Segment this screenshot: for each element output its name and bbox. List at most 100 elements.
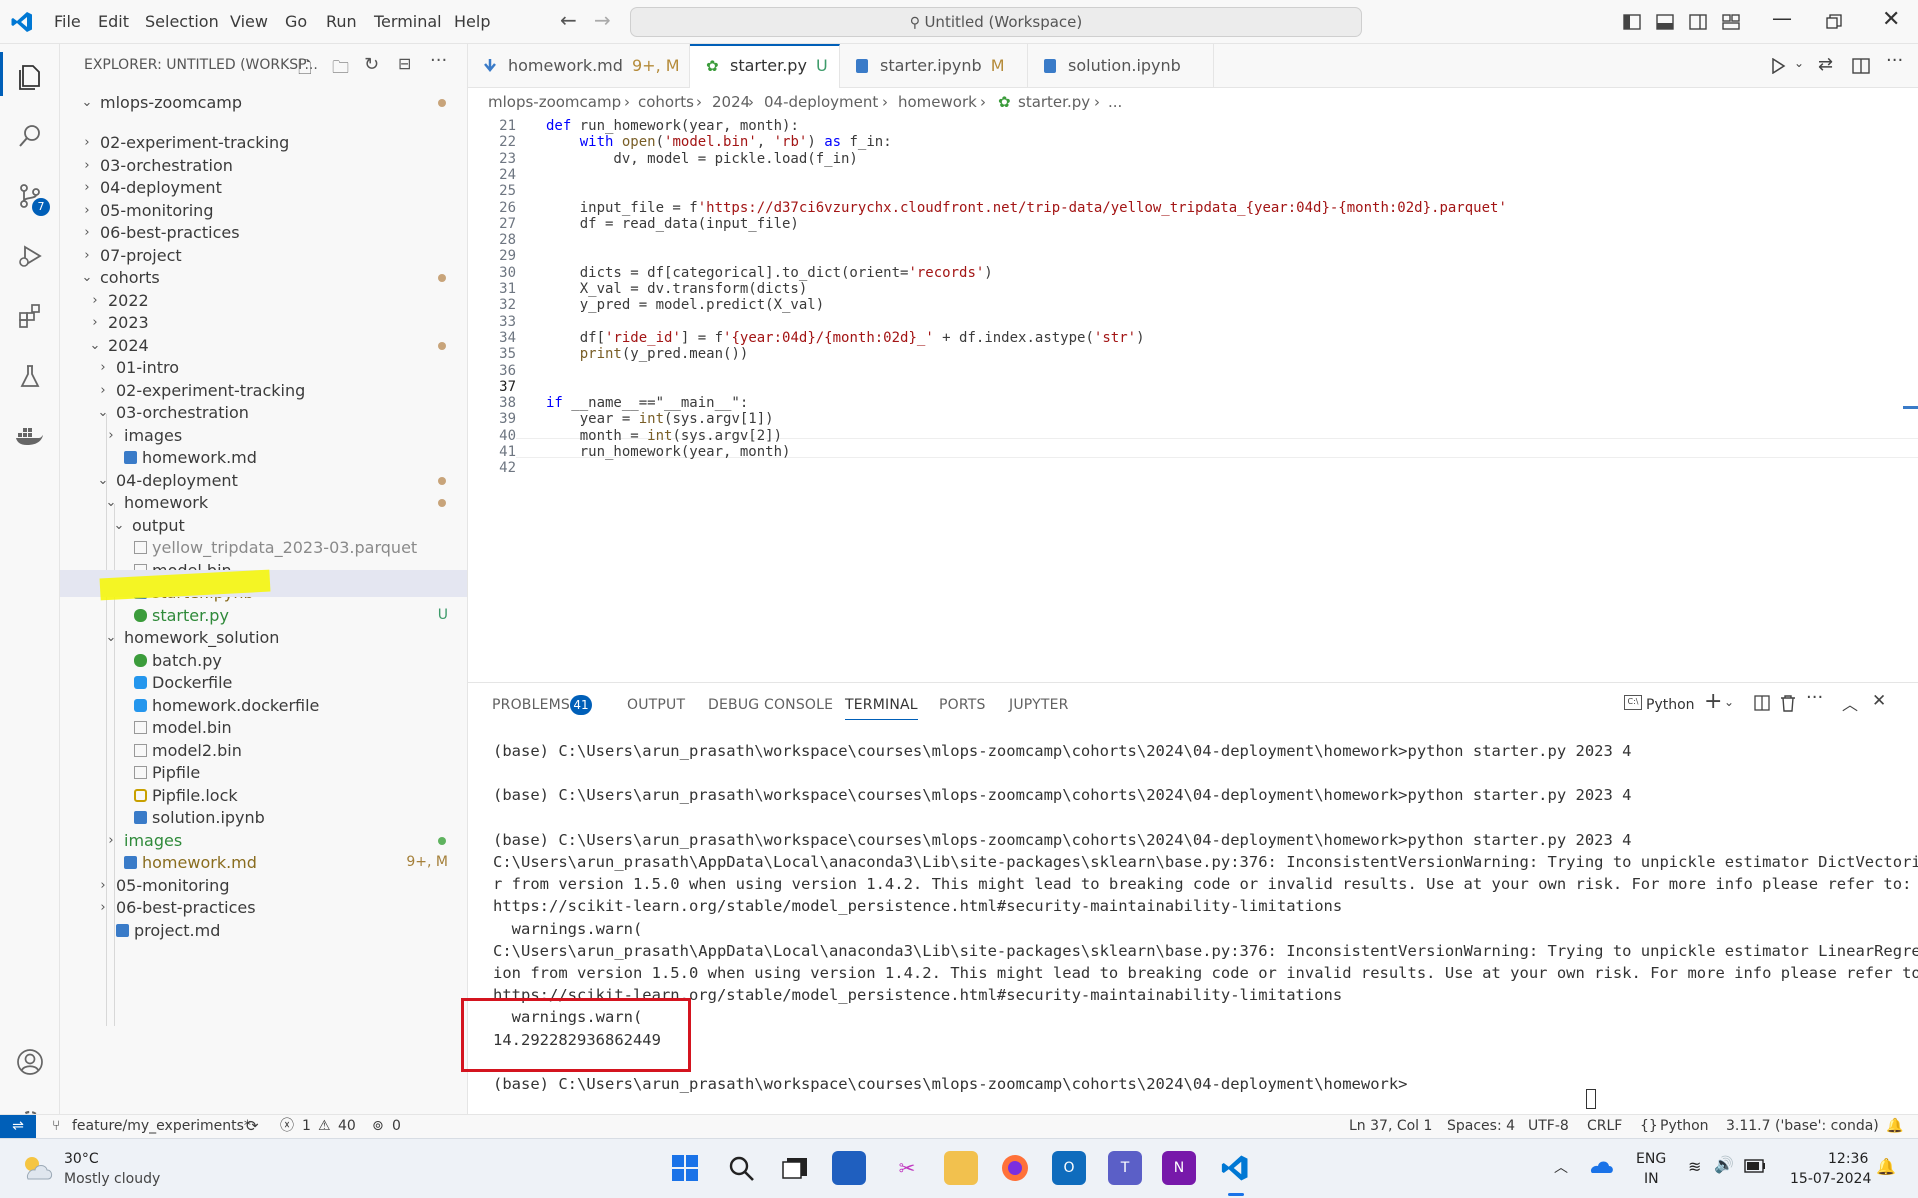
- app-icon-remote[interactable]: [832, 1151, 866, 1185]
- command-center-search[interactable]: ⚲ Untitled (Workspace): [630, 7, 1362, 37]
- menu-run[interactable]: Run: [326, 12, 357, 31]
- new-file-icon[interactable]: 🗋: [298, 55, 312, 84]
- close-window-icon[interactable]: ✕: [1882, 7, 1900, 32]
- search-view-icon[interactable]: [12, 118, 48, 154]
- clock-time[interactable]: 12:36: [1828, 1151, 1868, 1167]
- tab-output[interactable]: OUTPUT: [627, 697, 685, 713]
- wifi-icon[interactable]: ≋: [1688, 1157, 1701, 1176]
- tab-starter-py[interactable]: ✿ starter.py U ✕: [690, 44, 840, 115]
- docker-icon[interactable]: [12, 418, 48, 454]
- language-mode[interactable]: Python: [1660, 1115, 1709, 1138]
- crumb-item[interactable]: 04-deployment: [764, 88, 878, 116]
- more-actions-icon[interactable]: ···: [430, 50, 447, 71]
- error-count[interactable]: 1: [302, 1115, 311, 1138]
- outlook-icon[interactable]: O: [1052, 1151, 1086, 1185]
- compare-changes-icon[interactable]: ⇄: [1818, 54, 1833, 75]
- input-region[interactable]: IN: [1644, 1171, 1659, 1187]
- crumb-item[interactable]: 2024: [712, 88, 750, 116]
- windows-start-icon[interactable]: [668, 1151, 702, 1185]
- menu-help[interactable]: Help: [454, 12, 490, 31]
- crumb-item[interactable]: starter.py: [1018, 88, 1090, 116]
- restore-icon[interactable]: [1826, 14, 1842, 30]
- ports-count[interactable]: 0: [392, 1115, 401, 1138]
- split-terminal-icon[interactable]: [1754, 695, 1770, 711]
- menu-edit[interactable]: Edit: [98, 12, 129, 31]
- source-control-icon[interactable]: 7: [12, 178, 50, 216]
- collapse-all-icon[interactable]: ⊟: [398, 54, 411, 73]
- new-folder-icon[interactable]: 🗀: [332, 55, 349, 84]
- battery-icon[interactable]: [1744, 1159, 1766, 1173]
- crumb-item[interactable]: cohorts: [638, 88, 694, 116]
- terminal-shell-label[interactable]: Python: [1646, 697, 1695, 713]
- run-debug-icon[interactable]: [12, 238, 48, 274]
- maximize-panel-icon[interactable]: ︿: [1842, 691, 1858, 715]
- code-line[interactable]: df = read_data(input_file): [546, 214, 799, 234]
- show-hidden-icons[interactable]: ︿: [1554, 1157, 1568, 1177]
- extensions-icon[interactable]: [12, 298, 48, 334]
- crumb-item[interactable]: homework: [898, 88, 977, 116]
- code-line[interactable]: y_pred = model.predict(X_val): [546, 295, 824, 315]
- accounts-icon[interactable]: [12, 1044, 48, 1080]
- new-terminal-icon[interactable]: +: [1704, 689, 1722, 714]
- testing-flask-icon[interactable]: [12, 358, 48, 394]
- clock-date[interactable]: 15-07-2024: [1790, 1171, 1871, 1187]
- menu-terminal[interactable]: Terminal: [374, 12, 442, 31]
- minimize-icon[interactable]: —: [1772, 6, 1792, 30]
- more-actions-icon[interactable]: ···: [1886, 50, 1903, 71]
- firefox-icon[interactable]: [998, 1151, 1032, 1185]
- cursor-position[interactable]: Ln 37, Col 1: [1349, 1115, 1432, 1138]
- tab-debug-console[interactable]: DEBUG CONSOLE: [708, 697, 833, 713]
- warning-count[interactable]: 40: [338, 1115, 356, 1138]
- tree-item[interactable]: project.md: [60, 917, 467, 944]
- volume-icon[interactable]: 🔊: [1714, 1155, 1734, 1174]
- line-ending[interactable]: CRLF: [1587, 1115, 1622, 1138]
- taskbar-search-icon[interactable]: [724, 1151, 758, 1185]
- code-line[interactable]: dv, model = pickle.load(f_in): [546, 149, 857, 169]
- tab-solution-ipynb[interactable]: solution.ipynb: [1028, 44, 1214, 88]
- encoding[interactable]: UTF-8: [1528, 1115, 1569, 1138]
- temperature[interactable]: 30°C: [64, 1151, 99, 1167]
- tab-problems[interactable]: PROBLEMS: [492, 697, 570, 713]
- tab-jupyter[interactable]: JUPYTER: [1009, 697, 1069, 713]
- more-actions-icon[interactable]: ···: [1806, 687, 1823, 708]
- python-interpreter[interactable]: 3.11.7 ('base': conda): [1726, 1115, 1879, 1138]
- menu-go[interactable]: Go: [285, 12, 307, 31]
- weather-text[interactable]: Mostly cloudy: [64, 1171, 160, 1187]
- menu-view[interactable]: View: [230, 12, 268, 31]
- chevron-down-icon[interactable]: ⌄: [1794, 56, 1804, 70]
- indentation[interactable]: Spaces: 4: [1447, 1115, 1515, 1138]
- onenote-icon[interactable]: N: [1162, 1151, 1196, 1185]
- notifications-bell-icon[interactable]: 🔔: [1886, 1115, 1903, 1138]
- menu-file[interactable]: File: [54, 12, 81, 31]
- toggle-sidebar-icon[interactable]: [1623, 13, 1641, 31]
- explorer-icon[interactable]: [12, 58, 48, 94]
- customize-layout-icon[interactable]: [1722, 13, 1740, 31]
- crumb-item[interactable]: ...: [1108, 88, 1122, 116]
- crumb-item[interactable]: mlops-zoomcamp: [488, 88, 621, 116]
- onedrive-cloud-icon[interactable]: [1588, 1157, 1614, 1175]
- code-editor[interactable]: 21 def run_homework(year, month): 22 with …: [468, 116, 1918, 682]
- sync-icon[interactable]: ⟳: [246, 1115, 259, 1138]
- file-explorer-icon[interactable]: [944, 1151, 978, 1185]
- trash-icon[interactable]: [1780, 694, 1796, 712]
- input-language[interactable]: ENG: [1636, 1151, 1666, 1167]
- run-python-icon[interactable]: [1770, 58, 1786, 74]
- chevron-down-icon[interactable]: ⌄: [1724, 695, 1734, 709]
- refresh-icon[interactable]: ↻: [364, 54, 379, 75]
- code-line[interactable]: print(y_pred.mean()): [546, 344, 749, 364]
- task-view-icon[interactable]: [778, 1151, 812, 1185]
- tree-root[interactable]: ⌄ mlops-zoomcamp: [60, 89, 467, 116]
- snipping-tool-icon[interactable]: ✂: [890, 1151, 924, 1185]
- git-branch[interactable]: feature/my_experiments*: [72, 1115, 251, 1138]
- tab-homework-md[interactable]: homework.md 9+, M: [468, 44, 690, 88]
- notification-bell-icon[interactable]: 🔔: [1876, 1157, 1896, 1176]
- menu-selection[interactable]: Selection: [145, 12, 219, 31]
- back-arrow-icon[interactable]: ←: [560, 8, 577, 32]
- toggle-secondary-sidebar-icon[interactable]: [1689, 13, 1707, 31]
- split-editor-icon[interactable]: [1852, 57, 1870, 75]
- forward-arrow-icon[interactable]: →: [594, 8, 611, 32]
- vscode-taskbar-icon[interactable]: [1218, 1151, 1252, 1185]
- close-panel-icon[interactable]: ✕: [1872, 691, 1886, 711]
- remote-icon[interactable]: ⇌: [0, 1115, 36, 1138]
- tab-terminal[interactable]: TERMINAL: [845, 697, 918, 720]
